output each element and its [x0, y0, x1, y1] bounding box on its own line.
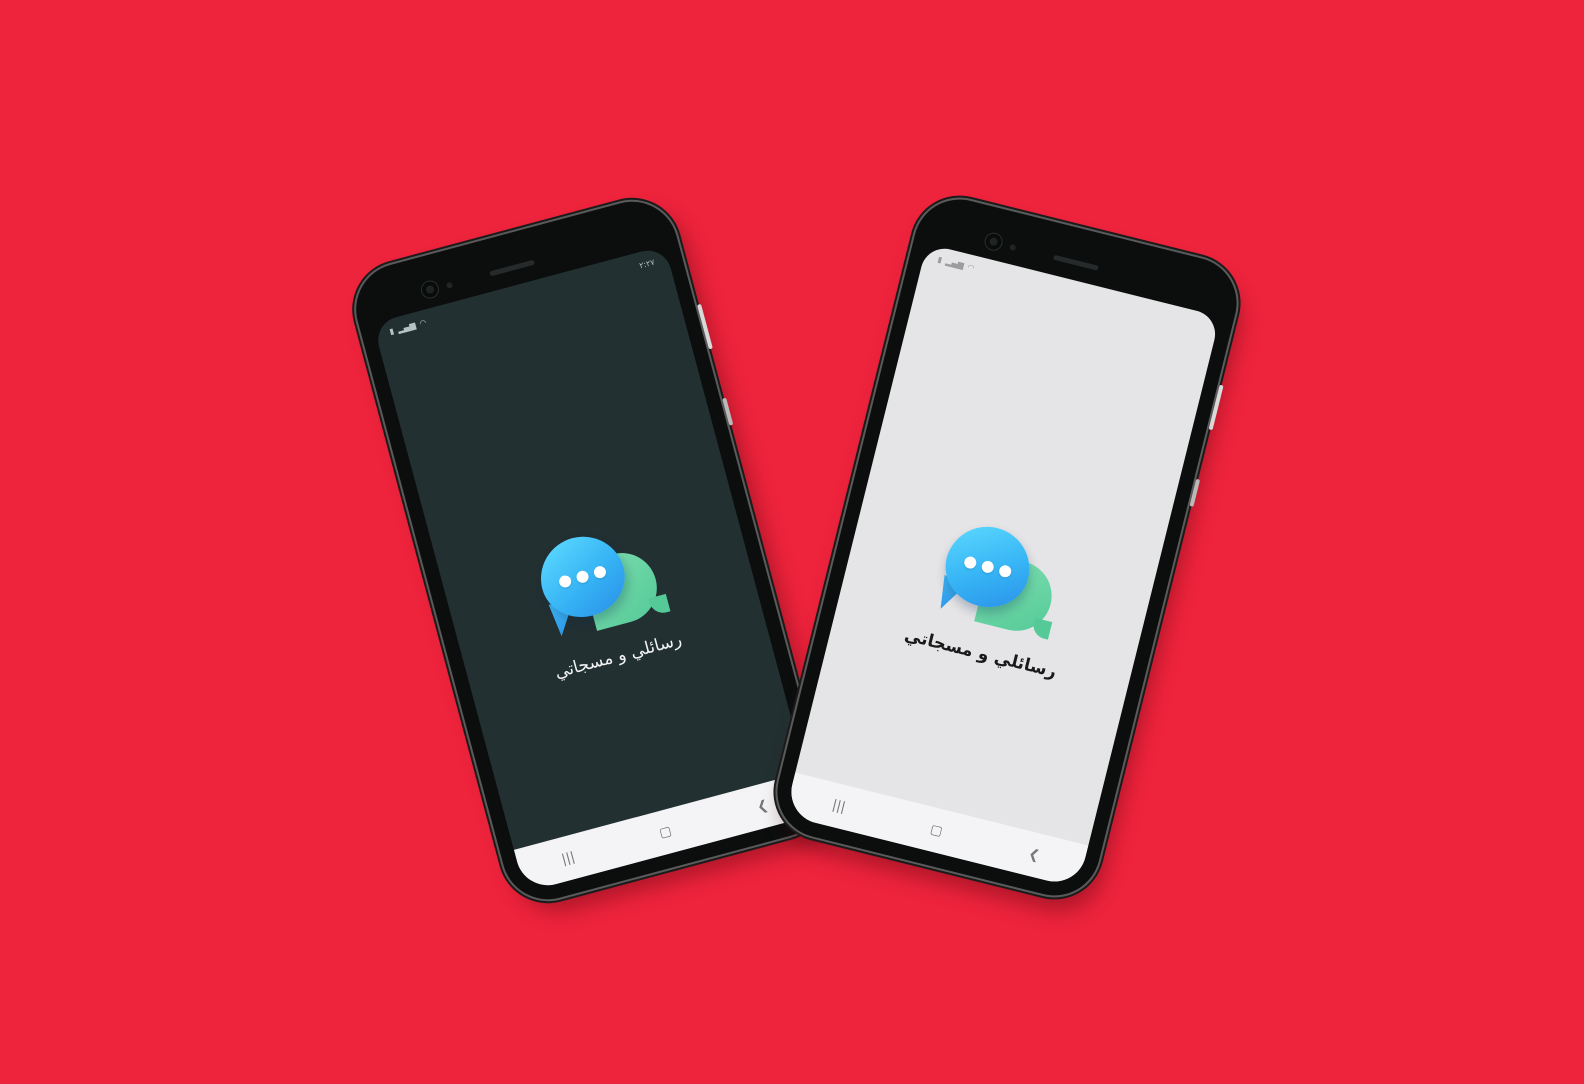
power-button [1189, 478, 1201, 507]
app-logo [927, 513, 1070, 649]
back-button[interactable]: ❮ [1019, 844, 1050, 865]
signal-icon: ▂▄▆ [396, 320, 417, 335]
status-icons: ▮ ▂▄▆ ◠ [936, 254, 976, 273]
earpiece-speaker [1053, 254, 1099, 271]
status-bar: ▮ ▂▄▆ ◠ [936, 253, 1205, 333]
front-camera-icon [983, 231, 1004, 252]
navigation-bar: ||| ▢ ❮ [513, 771, 817, 893]
phone-light: ▮ ▂▄▆ ◠ رسائلي و مسجاتي ||| ▢ ❮ [767, 189, 1247, 906]
splash-screen-light: ▮ ▂▄▆ ◠ رسائلي و مسجاتي ||| ▢ ❮ [784, 243, 1221, 889]
home-button[interactable]: ▢ [650, 821, 681, 843]
volume-button [1208, 384, 1224, 431]
recents-button[interactable]: ||| [553, 847, 584, 869]
proximity-sensor [1009, 243, 1017, 252]
app-logo [527, 515, 671, 652]
volume-button [697, 303, 713, 350]
wifi-icon: ◠ [418, 317, 428, 329]
navigation-bar: ||| ▢ ❮ [784, 772, 1089, 889]
splash-screen-dark: ▮ ▂▄▆ ◠ ٢:٢٧ رسائلي و مسجاتي ||| ▢ ❮ [372, 245, 817, 893]
home-button[interactable]: ▢ [921, 820, 952, 841]
phone-dark: ▮ ▂▄▆ ◠ ٢:٢٧ رسائلي و مسجاتي ||| ▢ ❮ [345, 191, 835, 910]
earpiece-speaker [489, 259, 536, 277]
status-time: ٢:٢٧ [638, 257, 656, 270]
battery-icon: ▮ [936, 254, 944, 265]
recents-button[interactable]: ||| [823, 795, 854, 816]
battery-icon: ▮ [388, 326, 396, 337]
back-button[interactable]: ❮ [747, 795, 778, 817]
signal-icon: ▂▄▆ [944, 256, 965, 271]
status-icons: ▮ ▂▄▆ ◠ [388, 317, 428, 337]
wifi-icon: ◠ [966, 262, 976, 273]
power-button [722, 397, 734, 426]
proximity-sensor [445, 281, 454, 289]
front-camera-icon [420, 279, 440, 300]
